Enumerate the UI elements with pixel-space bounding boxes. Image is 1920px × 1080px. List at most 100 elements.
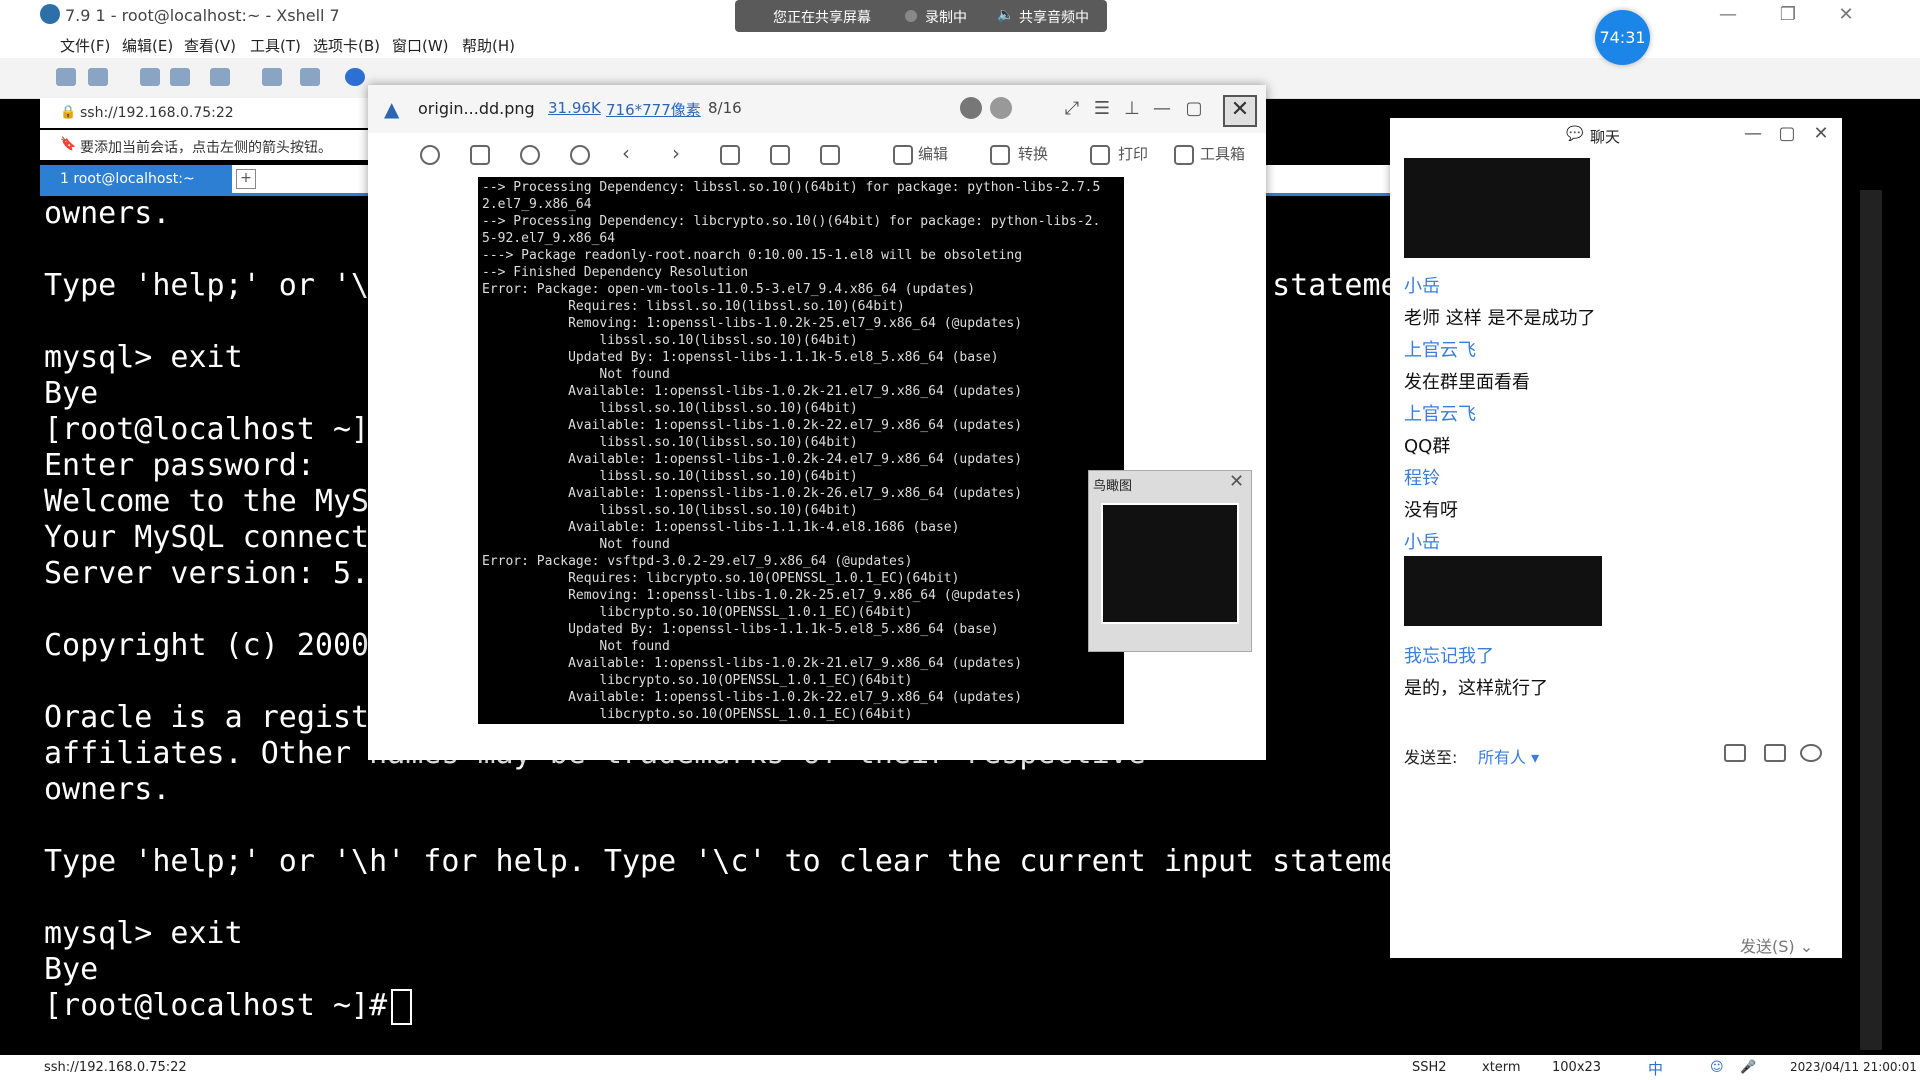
menu-tabs[interactable]: 选项卡(B) <box>313 35 380 56</box>
address-bar: 🔒 ssh://192.168.0.75:22 <box>40 98 376 128</box>
terminal-cursor <box>391 988 413 1025</box>
record-dot-icon <box>905 10 917 22</box>
convert-button[interactable]: 转换 <box>1018 143 1048 164</box>
send-button[interactable]: 发送(S) ⌄ <box>1740 933 1813 957</box>
image-viewer-window: ▲ origin...dd.png 31.96K 716*777像素 8/16 … <box>368 85 1266 760</box>
status-bar: ssh://192.168.0.75:22 SSH2 xterm 100x23 … <box>0 1055 1920 1080</box>
audio-icon: 🔈 <box>997 7 1015 23</box>
disconnect-icon[interactable] <box>170 68 190 86</box>
chat-message: QQ群 <box>1404 436 1451 457</box>
viewer-dimensions: 716*777像素 <box>606 101 701 119</box>
viewer-settings-icon[interactable] <box>990 97 1012 119</box>
properties-icon[interactable] <box>210 68 230 86</box>
next-icon[interactable]: › <box>672 141 680 165</box>
folder-icon[interactable] <box>1724 744 1746 762</box>
menu-icon[interactable]: ☰ <box>1088 95 1116 123</box>
close-button[interactable]: ✕ <box>1818 0 1874 30</box>
menu-tools[interactable]: 工具(T) <box>250 35 301 56</box>
terminal-prompt: [root@localhost ~]# <box>44 988 388 1023</box>
menu-file[interactable]: 文件(F) <box>60 35 110 56</box>
viewer-avatar-icon[interactable] <box>960 97 982 119</box>
viewer-position: 8/16 <box>708 99 742 117</box>
recording-status[interactable]: 录制中 <box>925 7 967 27</box>
chat-sender: 我忘记我了 <box>1404 646 1494 667</box>
session-address[interactable]: ssh://192.168.0.75:22 <box>80 105 234 121</box>
connect-icon[interactable] <box>140 68 160 86</box>
terminal-line: Bye <box>44 376 99 411</box>
tab-session-1[interactable]: 1 root@localhost:~ <box>40 165 232 193</box>
screenshot-icon[interactable] <box>1764 744 1786 762</box>
viewed-screenshot: --> Processing Dependency: libssl.so.10(… <box>478 177 1124 724</box>
audio-status[interactable]: 共享音频中 <box>1019 7 1089 27</box>
chat-close-button[interactable]: ✕ <box>1806 122 1836 146</box>
chat-image[interactable] <box>1404 158 1590 258</box>
status-address: ssh://192.168.0.75:22 <box>44 1060 187 1075</box>
fit-icon[interactable] <box>470 145 490 165</box>
open-folder-icon[interactable] <box>88 68 108 86</box>
session-hint-bar: 🔖 要添加当前会话，点击左侧的箭头按钮。 <box>40 130 376 160</box>
status-size: 100x23 <box>1552 1060 1602 1075</box>
pin-icon[interactable]: ⊥ <box>1118 95 1146 123</box>
chat-sender: 小岳 <box>1404 532 1440 553</box>
menu-help[interactable]: 帮助(H) <box>462 35 515 56</box>
print-icon[interactable] <box>1090 145 1110 165</box>
terminal-line: Bye <box>44 952 99 987</box>
toolbox-icon[interactable] <box>1174 145 1194 165</box>
fullscreen-icon[interactable]: ⤢ <box>1058 95 1086 123</box>
viewer-close-button[interactable]: ✕ <box>1223 95 1257 127</box>
send-to-select[interactable]: 所有人 ▾ <box>1478 744 1539 768</box>
window-title: 7.9 1 - root@localhost:~ - Xshell 7 <box>65 6 340 25</box>
globe-icon[interactable] <box>345 68 365 86</box>
viewer-maximize-button[interactable]: ▢ <box>1180 95 1208 123</box>
terminal-line: [root@localhost ~] <box>44 412 370 447</box>
navigator-preview[interactable] <box>1101 503 1239 624</box>
maximize-button[interactable]: ❐ <box>1760 0 1816 30</box>
edit-icon[interactable] <box>893 145 913 165</box>
xshell-app-icon <box>40 4 60 24</box>
find-icon[interactable] <box>262 68 282 86</box>
previous-icon[interactable]: ‹ <box>622 141 630 165</box>
status-datetime: 2023/04/11 21:00:01 <box>1790 1060 1917 1074</box>
meeting-timer[interactable]: 74:31 <box>1595 10 1650 65</box>
mouse-icon[interactable] <box>420 145 440 165</box>
zoom-in-icon[interactable] <box>520 145 540 165</box>
transfer-icon[interactable] <box>300 68 320 86</box>
chat-icon: 💬 <box>1566 126 1584 142</box>
chat-message: 发在群里面看看 <box>1404 372 1530 393</box>
terminal-line: Type 'help;' or '\h' for help. Type '\c'… <box>44 844 1399 879</box>
chat-maximize-button[interactable]: ▢ <box>1772 122 1802 146</box>
navigator-close-icon[interactable]: ✕ <box>1229 471 1244 492</box>
convert-icon[interactable] <box>990 145 1010 165</box>
menu-edit[interactable]: 编辑(E) <box>122 35 173 56</box>
chat-message: 没有呀 <box>1404 500 1458 521</box>
bookmark-icon[interactable]: 🔖 <box>60 137 76 152</box>
viewer-logo-icon: ▲ <box>384 97 400 121</box>
chat-message: 老师 这样 是不是成功了 <box>1404 308 1596 329</box>
chat-minimize-button[interactable]: — <box>1738 122 1768 146</box>
chat-sender: 小岳 <box>1404 276 1440 297</box>
delete-icon[interactable] <box>820 145 840 165</box>
rotate-right-icon[interactable] <box>770 145 790 165</box>
rotate-left-icon[interactable] <box>720 145 740 165</box>
print-button[interactable]: 打印 <box>1118 143 1148 164</box>
minimize-button[interactable]: — <box>1700 0 1756 30</box>
menu-view[interactable]: 查看(V) <box>184 35 236 56</box>
add-tab-button[interactable]: + <box>236 169 256 189</box>
lock-icon: 🔒 <box>60 105 77 120</box>
screen-share-bar: 您正在共享屏幕 录制中 🔈 共享音频中 <box>735 0 1107 32</box>
viewer-minimize-button[interactable]: — <box>1148 95 1176 123</box>
user-icon[interactable] <box>1800 744 1822 762</box>
chat-image[interactable] <box>1404 556 1602 626</box>
ime-indicator[interactable]: 中 <box>1648 1058 1663 1079</box>
screenshot-log-text: --> Processing Dependency: libssl.so.10(… <box>482 180 1101 722</box>
toolbox-button[interactable]: 工具箱 <box>1200 143 1245 164</box>
emoji-icon[interactable]: ☺ <box>1710 1060 1724 1075</box>
terminal-scrollbar[interactable] <box>1860 190 1882 1050</box>
terminal-line: mysql> exit <box>44 340 243 375</box>
mic-icon[interactable]: 🎤 <box>1740 1060 1756 1075</box>
zoom-out-icon[interactable] <box>570 145 590 165</box>
edit-button[interactable]: 编辑 <box>918 143 948 164</box>
menu-window[interactable]: 窗口(W) <box>392 35 449 56</box>
new-session-icon[interactable] <box>56 68 76 86</box>
terminal-line: owners. <box>44 772 171 807</box>
